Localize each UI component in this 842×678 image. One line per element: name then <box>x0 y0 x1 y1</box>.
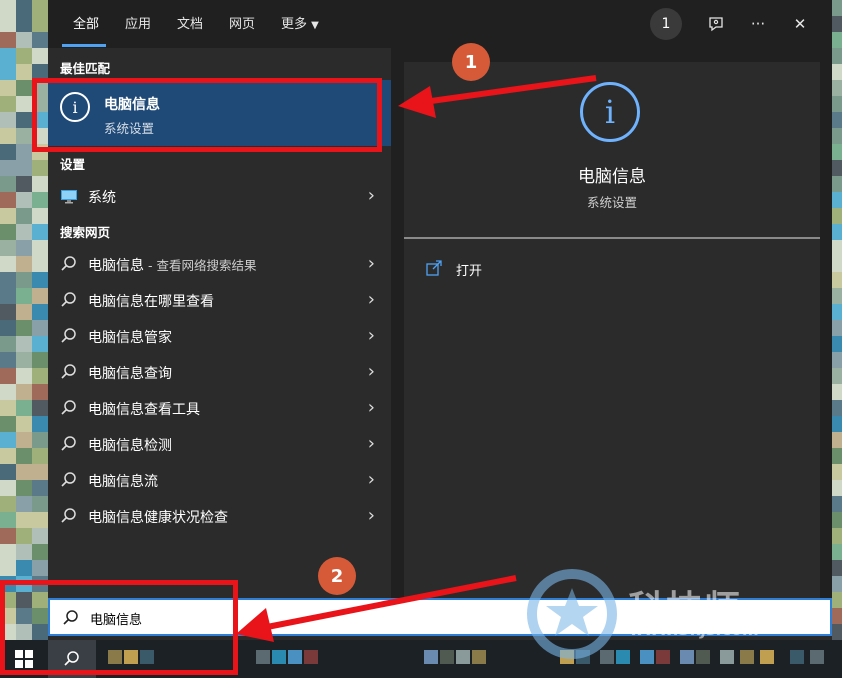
info-icon: i <box>580 82 640 142</box>
more-options-button[interactable]: ··· <box>742 8 774 40</box>
search-icon <box>61 400 76 415</box>
tabs-bar: 全部 应用 文档 网页 更多 ▼ 1 ··· ✕ <box>48 0 832 48</box>
tab-documents[interactable]: 文档 <box>177 13 203 32</box>
taskbar-app-icon[interactable] <box>760 650 774 664</box>
taskbar-app-icon[interactable] <box>272 650 286 664</box>
open-external-icon <box>426 260 442 276</box>
web-item[interactable]: 电脑信息检测 › <box>48 426 391 462</box>
taskbar-app-icon[interactable] <box>640 650 654 664</box>
detail-title: 电脑信息 <box>578 167 646 187</box>
search-icon <box>61 436 76 451</box>
annotation-box-best-match <box>32 78 382 152</box>
close-button[interactable]: ✕ <box>784 8 816 40</box>
web-item-label: 电脑信息健康状况检查 <box>88 510 228 526</box>
settings-item-system[interactable]: 系统 › <box>48 178 391 214</box>
chevron-right-icon: › <box>367 185 375 206</box>
web-item-label: 电脑信息流 <box>88 474 158 490</box>
chevron-right-icon: › <box>367 433 375 454</box>
web-item[interactable]: 电脑信息管家 › <box>48 318 391 354</box>
taskbar-app-icon[interactable] <box>440 650 454 664</box>
section-best-match: 最佳匹配 <box>60 61 111 76</box>
detail-subtitle: 系统设置 <box>586 195 637 210</box>
watermark-url: www.3kjs.com <box>630 620 760 639</box>
taskbar-app-icon[interactable] <box>656 650 670 664</box>
taskbar-app-icon[interactable] <box>740 650 754 664</box>
active-tab-indicator <box>62 44 106 47</box>
open-action-label: 打开 <box>456 264 483 279</box>
tab-more-label: 更多 <box>281 17 308 32</box>
taskbar-app-icon[interactable] <box>304 650 318 664</box>
taskbar-app-icon[interactable] <box>256 650 270 664</box>
feedback-icon <box>709 17 723 32</box>
annotation-step-1: 1 <box>452 43 490 81</box>
section-settings: 设置 <box>60 157 86 172</box>
chevron-right-icon: › <box>367 469 375 490</box>
web-item-text: 电脑信息 <box>88 258 144 274</box>
search-icon <box>61 256 76 271</box>
taskbar-app-icon[interactable] <box>696 650 710 664</box>
taskbar-app-icon[interactable] <box>288 650 302 664</box>
taskbar-app-icon[interactable] <box>680 650 694 664</box>
tab-all[interactable]: 全部 <box>73 13 99 32</box>
web-item[interactable]: 电脑信息查看工具 › <box>48 390 391 426</box>
feedback-button[interactable] <box>700 8 732 40</box>
settings-item-label: 系统 <box>88 190 116 206</box>
chevron-right-icon: › <box>367 325 375 346</box>
taskbar-app-icon[interactable] <box>790 650 804 664</box>
web-item-label: 电脑信息在哪里查看 <box>88 294 214 310</box>
taskbar-app-icon[interactable] <box>720 650 734 664</box>
search-icon <box>61 508 76 523</box>
divider <box>404 237 820 239</box>
chevron-right-icon: › <box>367 289 375 310</box>
taskbar-app-icon[interactable] <box>810 650 824 664</box>
taskbar-app-icon[interactable] <box>456 650 470 664</box>
web-item-label: 电脑信息 - 查看网络搜索结果 <box>88 255 256 275</box>
tab-more[interactable]: 更多 ▼ <box>281 13 319 32</box>
web-item-subtext: - 查看网络搜索结果 <box>144 258 257 273</box>
watermark-logo-icon <box>527 569 617 659</box>
taskbar-app-icon[interactable] <box>472 650 486 664</box>
rewards-badge-button[interactable]: 1 <box>650 8 682 40</box>
search-icon <box>61 364 76 379</box>
search-icon <box>61 292 76 307</box>
section-web: 搜索网页 <box>60 225 111 240</box>
tab-web[interactable]: 网页 <box>229 13 255 32</box>
chevron-right-icon: › <box>367 505 375 526</box>
chevron-right-icon: › <box>367 397 375 418</box>
chevron-right-icon: › <box>367 361 375 382</box>
tab-apps[interactable]: 应用 <box>125 13 151 32</box>
taskbar-app-icon[interactable] <box>424 650 438 664</box>
search-icon <box>61 328 76 343</box>
open-action[interactable]: 打开 <box>426 258 546 282</box>
web-item[interactable]: 电脑信息流 › <box>48 462 391 498</box>
web-item-label: 电脑信息查看工具 <box>88 402 200 418</box>
monitor-icon <box>61 190 77 204</box>
web-item-label: 电脑信息检测 <box>88 438 172 454</box>
web-item-label: 电脑信息管家 <box>88 330 172 346</box>
web-item-label: 电脑信息查询 <box>88 366 172 382</box>
web-item[interactable]: 电脑信息健康状况检查 › <box>48 498 391 534</box>
chevron-right-icon: › <box>367 253 375 274</box>
search-icon <box>61 472 76 487</box>
web-item[interactable]: 电脑信息查询 › <box>48 354 391 390</box>
chevron-down-icon: ▼ <box>311 20 319 31</box>
annotation-step-2: 2 <box>318 557 356 595</box>
web-item[interactable]: 电脑信息 - 查看网络搜索结果 › <box>48 246 391 282</box>
annotation-box-search <box>0 580 238 675</box>
detail-pane: i 电脑信息 系统设置 打开 <box>404 62 820 598</box>
web-item[interactable]: 电脑信息在哪里查看 › <box>48 282 391 318</box>
